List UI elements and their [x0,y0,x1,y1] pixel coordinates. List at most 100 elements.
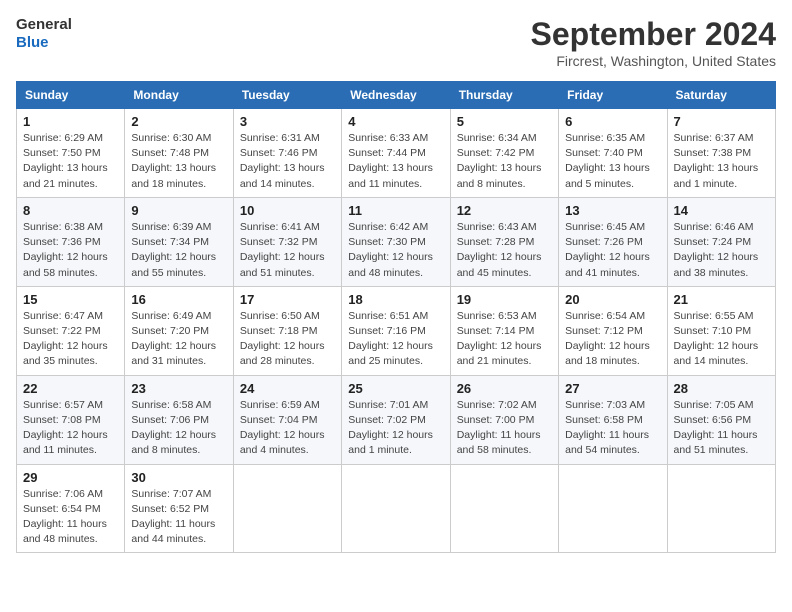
day-number: 6 [565,114,660,129]
day-info: Sunrise: 6:45 AM Sunset: 7:26 PM Dayligh… [565,220,660,281]
table-row: 5 Sunrise: 6:34 AM Sunset: 7:42 PM Daylig… [450,109,558,198]
table-row: 28Sunrise: 7:05 AM Sunset: 6:56 PM Dayli… [667,375,775,464]
table-row: 3 Sunrise: 6:31 AM Sunset: 7:46 PM Daylig… [233,109,341,198]
day-number: 10 [240,203,335,218]
day-info: Sunrise: 6:49 AM Sunset: 7:20 PM Dayligh… [131,309,226,370]
table-row: 11Sunrise: 6:42 AM Sunset: 7:30 PM Dayli… [342,197,450,286]
table-row: 16 Sunrise: 6:49 AM Sunset: 7:20 PM Dayli… [125,286,233,375]
day-number: 1 [23,114,118,129]
day-info: Sunrise: 6:34 AM Sunset: 7:42 PM Dayligh… [457,131,552,192]
day-number: 26 [457,381,552,396]
header-thursday: Thursday [450,82,558,109]
day-info: Sunrise: 6:33 AM Sunset: 7:44 PM Dayligh… [348,131,443,192]
day-number: 25 [348,381,443,396]
table-row: 24 Sunrise: 6:59 AM Sunset: 7:04 PM Dayli… [233,375,341,464]
day-info: Sunrise: 6:42 AM Sunset: 7:30 PM Dayligh… [348,220,443,281]
month-title: September 2024 [531,16,776,53]
table-row: 8 Sunrise: 6:38 AM Sunset: 7:36 PM Daylig… [17,197,125,286]
day-info: Sunrise: 6:30 AM Sunset: 7:48 PM Dayligh… [131,131,226,192]
page-header: General Blue September 2024 Fircrest, Wa… [16,16,776,69]
day-number: 13 [565,203,660,218]
day-number: 30 [131,470,226,485]
day-info: Sunrise: 7:01 AM Sunset: 7:02 PM Dayligh… [348,398,443,459]
table-row: 10 Sunrise: 6:41 AM Sunset: 7:32 PM Dayli… [233,197,341,286]
table-row [342,464,450,553]
table-row: 26 Sunrise: 7:02 AM Sunset: 7:00 PM Dayli… [450,375,558,464]
day-number: 24 [240,381,335,396]
day-number: 17 [240,292,335,307]
table-row: 9Sunrise: 6:39 AM Sunset: 7:34 PM Daylig… [125,197,233,286]
location: Fircrest, Washington, United States [531,53,776,69]
calendar-week-row: 1 Sunrise: 6:29 AM Sunset: 7:50 PM Daylig… [17,109,776,198]
day-info: Sunrise: 6:43 AM Sunset: 7:28 PM Dayligh… [457,220,552,281]
table-row: 17Sunrise: 6:50 AM Sunset: 7:18 PM Dayli… [233,286,341,375]
day-info: Sunrise: 6:46 AM Sunset: 7:24 PM Dayligh… [674,220,769,281]
day-info: Sunrise: 7:03 AM Sunset: 6:58 PM Dayligh… [565,398,660,459]
day-info: Sunrise: 6:29 AM Sunset: 7:50 PM Dayligh… [23,131,118,192]
day-number: 21 [674,292,769,307]
table-row: 12 Sunrise: 6:43 AM Sunset: 7:28 PM Dayli… [450,197,558,286]
day-number: 14 [674,203,769,218]
day-info: Sunrise: 6:38 AM Sunset: 7:36 PM Dayligh… [23,220,118,281]
header-wednesday: Wednesday [342,82,450,109]
table-row [559,464,667,553]
day-info: Sunrise: 6:41 AM Sunset: 7:32 PM Dayligh… [240,220,335,281]
table-row: 29 Sunrise: 7:06 AM Sunset: 6:54 PM Dayli… [17,464,125,553]
table-row: 14 Sunrise: 6:46 AM Sunset: 7:24 PM Dayli… [667,197,775,286]
table-row: 21 Sunrise: 6:55 AM Sunset: 7:10 PM Dayli… [667,286,775,375]
calendar-week-row: 29 Sunrise: 7:06 AM Sunset: 6:54 PM Dayli… [17,464,776,553]
day-info: Sunrise: 7:06 AM Sunset: 6:54 PM Dayligh… [23,487,118,548]
day-number: 5 [457,114,552,129]
day-number: 22 [23,381,118,396]
day-info: Sunrise: 6:57 AM Sunset: 7:08 PM Dayligh… [23,398,118,459]
table-row: 15 Sunrise: 6:47 AM Sunset: 7:22 PM Dayli… [17,286,125,375]
header-friday: Friday [559,82,667,109]
day-number: 28 [674,381,769,396]
day-number: 18 [348,292,443,307]
table-row: 1 Sunrise: 6:29 AM Sunset: 7:50 PM Daylig… [17,109,125,198]
day-number: 3 [240,114,335,129]
table-row: 22 Sunrise: 6:57 AM Sunset: 7:08 PM Dayli… [17,375,125,464]
header-sunday: Sunday [17,82,125,109]
day-number: 27 [565,381,660,396]
table-row: 30Sunrise: 7:07 AM Sunset: 6:52 PM Dayli… [125,464,233,553]
day-number: 12 [457,203,552,218]
calendar-week-row: 22 Sunrise: 6:57 AM Sunset: 7:08 PM Dayli… [17,375,776,464]
day-info: Sunrise: 6:58 AM Sunset: 7:06 PM Dayligh… [131,398,226,459]
day-info: Sunrise: 6:54 AM Sunset: 7:12 PM Dayligh… [565,309,660,370]
table-row: 19Sunrise: 6:53 AM Sunset: 7:14 PM Dayli… [450,286,558,375]
table-row: 25 Sunrise: 7:01 AM Sunset: 7:02 PM Dayli… [342,375,450,464]
header-monday: Monday [125,82,233,109]
day-info: Sunrise: 6:35 AM Sunset: 7:40 PM Dayligh… [565,131,660,192]
day-info: Sunrise: 6:47 AM Sunset: 7:22 PM Dayligh… [23,309,118,370]
day-number: 8 [23,203,118,218]
table-row: 23Sunrise: 6:58 AM Sunset: 7:06 PM Dayli… [125,375,233,464]
day-number: 29 [23,470,118,485]
day-info: Sunrise: 6:55 AM Sunset: 7:10 PM Dayligh… [674,309,769,370]
day-info: Sunrise: 7:02 AM Sunset: 7:00 PM Dayligh… [457,398,552,459]
day-info: Sunrise: 6:59 AM Sunset: 7:04 PM Dayligh… [240,398,335,459]
day-number: 7 [674,114,769,129]
calendar-table: Sunday Monday Tuesday Wednesday Thursday… [16,81,776,553]
calendar-week-row: 15 Sunrise: 6:47 AM Sunset: 7:22 PM Dayli… [17,286,776,375]
table-row: 18Sunrise: 6:51 AM Sunset: 7:16 PM Dayli… [342,286,450,375]
table-row [667,464,775,553]
day-number: 4 [348,114,443,129]
header-saturday: Saturday [667,82,775,109]
day-number: 2 [131,114,226,129]
logo-text: General Blue [16,16,72,52]
day-info: Sunrise: 6:31 AM Sunset: 7:46 PM Dayligh… [240,131,335,192]
table-row [450,464,558,553]
table-row: 2 Sunrise: 6:30 AM Sunset: 7:48 PM Daylig… [125,109,233,198]
day-number: 20 [565,292,660,307]
table-row: 7 Sunrise: 6:37 AM Sunset: 7:38 PM Daylig… [667,109,775,198]
day-number: 15 [23,292,118,307]
day-info: Sunrise: 6:37 AM Sunset: 7:38 PM Dayligh… [674,131,769,192]
table-row: 4 Sunrise: 6:33 AM Sunset: 7:44 PM Daylig… [342,109,450,198]
day-number: 9 [131,203,226,218]
logo: General Blue [16,16,72,52]
header-tuesday: Tuesday [233,82,341,109]
day-number: 16 [131,292,226,307]
calendar-week-row: 8 Sunrise: 6:38 AM Sunset: 7:36 PM Daylig… [17,197,776,286]
title-block: September 2024 Fircrest, Washington, Uni… [531,16,776,69]
